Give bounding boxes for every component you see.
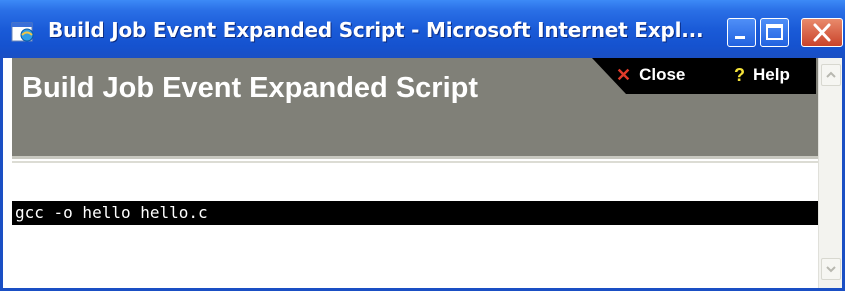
script-line: gcc -o hello hello.c	[12, 201, 818, 225]
ie-page-icon	[10, 20, 36, 44]
scroll-up-button[interactable]	[821, 64, 841, 86]
header-toolbar: ✕ Close ? Help	[592, 58, 816, 94]
window-title: Build Job Event Expanded Script - Micros…	[48, 18, 704, 42]
vertical-scrollbar[interactable]	[818, 58, 842, 288]
help-link-label: Help	[753, 65, 790, 84]
chevron-down-icon	[826, 266, 836, 273]
question-icon: ?	[734, 64, 745, 85]
close-link-label: Close	[639, 65, 686, 84]
header-divider	[12, 156, 818, 159]
window-titlebar[interactable]: Build Job Event Expanded Script - Micros…	[0, 0, 845, 58]
scroll-down-button[interactable]	[821, 258, 841, 280]
chevron-up-icon	[826, 71, 836, 78]
x-icon: ✕	[616, 64, 632, 85]
maximize-icon	[766, 24, 783, 40]
header-divider-light	[12, 161, 818, 163]
close-icon	[813, 23, 831, 42]
minimize-button[interactable]	[727, 18, 756, 47]
maximize-button[interactable]	[760, 18, 789, 47]
minimize-icon	[735, 36, 745, 39]
page-title: Build Job Event Expanded Script	[22, 72, 479, 104]
help-link[interactable]: ? Help	[734, 64, 790, 86]
window-close-button[interactable]	[801, 18, 843, 47]
close-link[interactable]: ✕ Close	[616, 64, 685, 86]
